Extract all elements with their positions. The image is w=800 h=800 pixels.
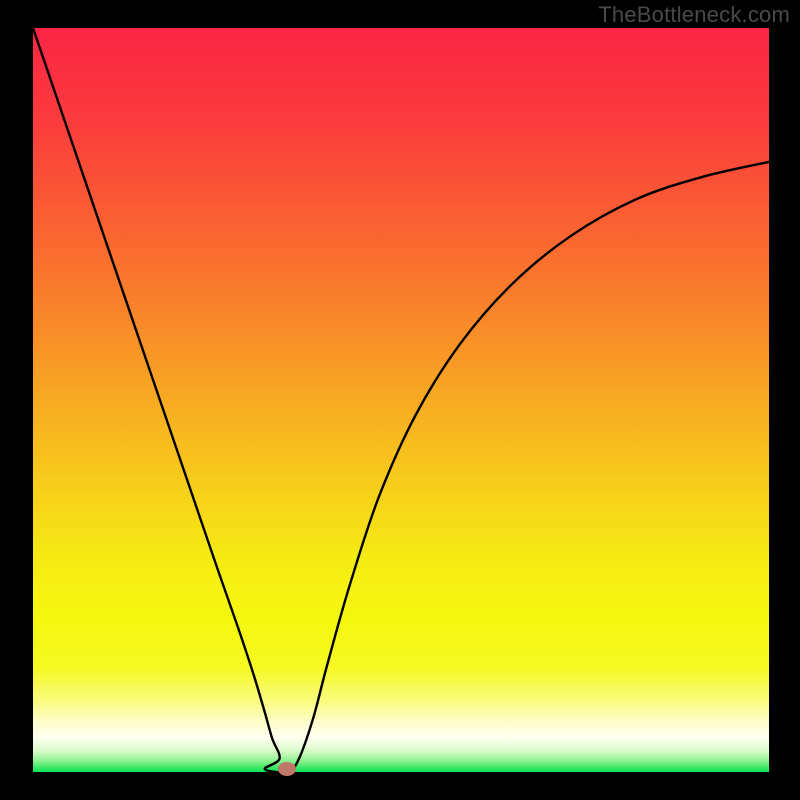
bottleneck-chart (0, 0, 800, 800)
optimum-marker (278, 762, 296, 776)
plot-area (33, 28, 769, 772)
chart-container: TheBottleneck.com (0, 0, 800, 800)
watermark-text: TheBottleneck.com (598, 2, 790, 28)
